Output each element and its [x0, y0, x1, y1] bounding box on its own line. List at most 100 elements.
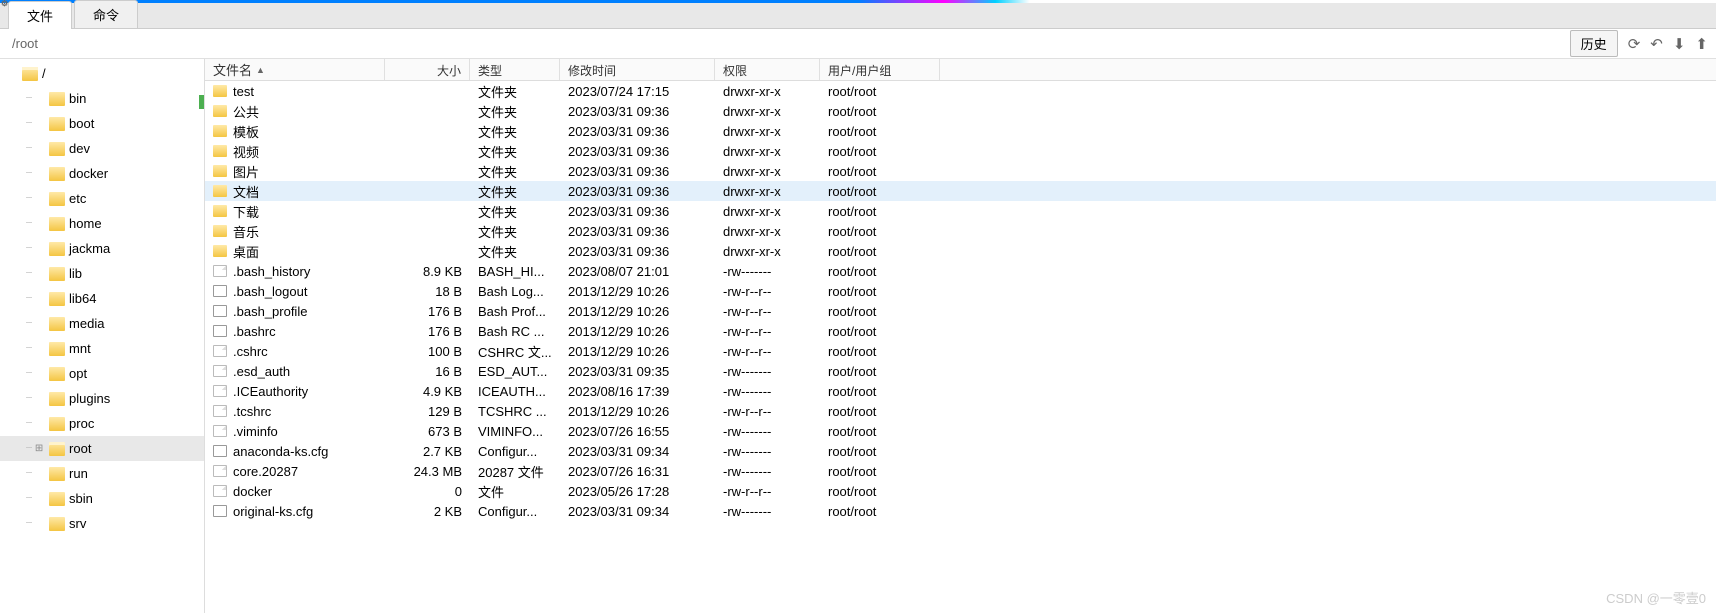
tree-item-etc[interactable]: ┄etc: [0, 186, 204, 211]
file-row[interactable]: .bash_profile176 BBash Prof...2013/12/29…: [205, 301, 1716, 321]
file-size: 2 KB: [385, 504, 470, 519]
tree-item-docker[interactable]: ┄docker: [0, 161, 204, 186]
file-owner: root/root: [820, 324, 940, 339]
tree-line-icon: ┄: [26, 443, 31, 454]
folder-icon: [213, 165, 227, 177]
tab-cmd[interactable]: 命令: [74, 0, 138, 28]
folder-tree[interactable]: /┄bin┄boot┄dev┄docker┄etc┄home┄jackma┄li…: [0, 59, 205, 613]
file-row[interactable]: 视频文件夹2023/03/31 09:36drwxr-xr-xroot/root: [205, 141, 1716, 161]
file-row[interactable]: 下载文件夹2023/03/31 09:36drwxr-xr-xroot/root: [205, 201, 1716, 221]
file-type: 20287 文件: [470, 462, 560, 481]
file-row[interactable]: test文件夹2023/07/24 17:15drwxr-xr-xroot/ro…: [205, 81, 1716, 101]
col-type[interactable]: 类型: [470, 59, 560, 80]
file-icon: [213, 385, 227, 397]
file-row[interactable]: core.2028724.3 MB20287 文件2023/07/26 16:3…: [205, 461, 1716, 481]
tree-item-media[interactable]: ┄media: [0, 311, 204, 336]
tree-label: srv: [69, 516, 86, 531]
file-row[interactable]: .bashrc176 BBash RC ...2013/12/29 10:26-…: [205, 321, 1716, 341]
tree-item-root[interactable]: ┄⊞root: [0, 436, 204, 461]
file-row[interactable]: .ICEauthority4.9 KBICEAUTH...2023/08/16 …: [205, 381, 1716, 401]
tree-item-run[interactable]: ┄run: [0, 461, 204, 486]
file-row[interactable]: .esd_auth16 BESD_AUT...2023/03/31 09:35-…: [205, 361, 1716, 381]
col-owner[interactable]: 用户/用户组: [820, 59, 940, 80]
tree-line-icon: ┄: [26, 318, 31, 329]
file-type: Bash Log...: [470, 284, 560, 299]
file-icon: [213, 265, 227, 277]
file-perm: -rw-------: [715, 424, 820, 439]
file-row[interactable]: 图片文件夹2023/03/31 09:36drwxr-xr-xroot/root: [205, 161, 1716, 181]
col-perm[interactable]: 权限: [715, 59, 820, 80]
col-date[interactable]: 修改时间: [560, 59, 715, 80]
file-date: 2023/07/26 16:31: [560, 464, 715, 479]
file-row[interactable]: .bash_logout18 BBash Log...2013/12/29 10…: [205, 281, 1716, 301]
file-row[interactable]: .tcshrc129 BTCSHRC ...2013/12/29 10:26-r…: [205, 401, 1716, 421]
scroll-indicator: [199, 95, 204, 109]
file-size: 16 B: [385, 364, 470, 379]
refresh-icon[interactable]: ⟳: [1628, 35, 1641, 53]
cfg-icon: [213, 325, 227, 337]
file-date: 2023/03/31 09:36: [560, 184, 715, 199]
tree-item-bin[interactable]: ┄bin: [0, 86, 204, 111]
file-owner: root/root: [820, 184, 940, 199]
file-perm: drwxr-xr-x: [715, 144, 820, 159]
col-size[interactable]: 大小: [385, 59, 470, 80]
file-row[interactable]: .cshrc100 BCSHRC 文...2013/12/29 10:26-rw…: [205, 341, 1716, 361]
tree-item-mnt[interactable]: ┄mnt: [0, 336, 204, 361]
tree-item-proc[interactable]: ┄proc: [0, 411, 204, 436]
file-owner: root/root: [820, 224, 940, 239]
tree-line-icon: ┄: [26, 93, 31, 104]
file-name: test: [233, 84, 254, 99]
file-row[interactable]: docker0文件2023/05/26 17:28-rw-r--r--root/…: [205, 481, 1716, 501]
file-type: 文件夹: [470, 182, 560, 201]
tree-item-srv[interactable]: ┄srv: [0, 511, 204, 536]
tree-item-/[interactable]: /: [0, 61, 204, 86]
file-owner: root/root: [820, 484, 940, 499]
file-owner: root/root: [820, 284, 940, 299]
tree-label: lib: [69, 266, 82, 281]
back-icon[interactable]: ↶: [1650, 35, 1663, 53]
file-row[interactable]: 文档文件夹2023/03/31 09:36drwxr-xr-xroot/root: [205, 181, 1716, 201]
path-display[interactable]: /root: [8, 36, 1566, 51]
tree-item-sbin[interactable]: ┄sbin: [0, 486, 204, 511]
tree-item-opt[interactable]: ┄opt: [0, 361, 204, 386]
file-owner: root/root: [820, 404, 940, 419]
file-row[interactable]: 公共文件夹2023/03/31 09:36drwxr-xr-xroot/root: [205, 101, 1716, 121]
file-icon: [213, 425, 227, 437]
tree-label: home: [69, 216, 102, 231]
upload-icon[interactable]: ⬆: [1695, 35, 1708, 53]
file-date: 2023/08/16 17:39: [560, 384, 715, 399]
tab-file[interactable]: 文件: [8, 1, 72, 29]
file-row[interactable]: 模板文件夹2023/03/31 09:36drwxr-xr-xroot/root: [205, 121, 1716, 141]
folder-icon: [213, 205, 227, 217]
expand-icon[interactable]: ⊞: [33, 443, 45, 454]
tree-item-lib[interactable]: ┄lib: [0, 261, 204, 286]
history-button[interactable]: 历史: [1570, 30, 1618, 57]
col-name[interactable]: 文件名▲: [205, 59, 385, 80]
tree-item-home[interactable]: ┄home: [0, 211, 204, 236]
file-row[interactable]: original-ks.cfg2 KBConfigur...2023/03/31…: [205, 501, 1716, 521]
file-perm: drwxr-xr-x: [715, 244, 820, 259]
tree-item-boot[interactable]: ┄boot: [0, 111, 204, 136]
tree-item-dev[interactable]: ┄dev: [0, 136, 204, 161]
file-list[interactable]: 文件名▲ 大小 类型 修改时间 权限 用户/用户组 test文件夹2023/07…: [205, 59, 1716, 613]
file-row[interactable]: anaconda-ks.cfg2.7 KBConfigur...2023/03/…: [205, 441, 1716, 461]
file-row[interactable]: 音乐文件夹2023/03/31 09:36drwxr-xr-xroot/root: [205, 221, 1716, 241]
folder-icon: [49, 192, 65, 206]
download-icon[interactable]: ⬇: [1673, 35, 1686, 53]
tree-line-icon: ┄: [26, 168, 31, 179]
folder-icon: [49, 242, 65, 256]
tree-line-icon: ┄: [26, 343, 31, 354]
tree-item-jackma[interactable]: ┄jackma: [0, 236, 204, 261]
file-icon: [213, 365, 227, 377]
file-row[interactable]: .viminfo673 BVIMINFO...2023/07/26 16:55-…: [205, 421, 1716, 441]
tree-item-plugins[interactable]: ┄plugins: [0, 386, 204, 411]
cfg-icon: [213, 305, 227, 317]
file-row[interactable]: .bash_history8.9 KBBASH_HI...2023/08/07 …: [205, 261, 1716, 281]
tree-item-lib64[interactable]: ┄lib64: [0, 286, 204, 311]
sort-asc-icon: ▲: [256, 65, 265, 75]
file-row[interactable]: 桌面文件夹2023/03/31 09:36drwxr-xr-xroot/root: [205, 241, 1716, 261]
folder-icon: [49, 142, 65, 156]
file-owner: root/root: [820, 264, 940, 279]
file-size: 8.9 KB: [385, 264, 470, 279]
file-size: 129 B: [385, 404, 470, 419]
